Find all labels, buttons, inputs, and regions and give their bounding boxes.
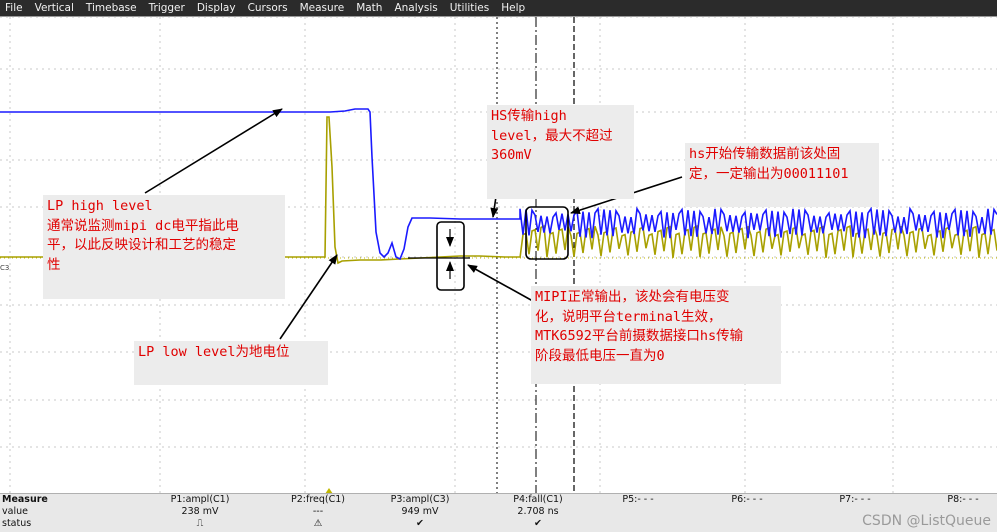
measure-value-3: 949 mV bbox=[401, 506, 439, 517]
menu-math[interactable]: Math bbox=[351, 0, 389, 16]
menu-file[interactable]: File bbox=[0, 0, 30, 16]
measure-param-4[interactable]: P4:fall(C1) bbox=[493, 494, 583, 506]
menu-measure[interactable]: Measure bbox=[295, 0, 352, 16]
menu-vertical[interactable]: Vertical bbox=[30, 0, 81, 16]
menu-cursors[interactable]: Cursors bbox=[243, 0, 295, 16]
annotation-lp-high: LP high level 通常说监测mipi dc电平指此电 平，以此反映设计… bbox=[43, 195, 285, 299]
measure-value-1: 238 mV bbox=[181, 506, 219, 517]
scope-display: C3 LP high level 通常说监测mipi dc电平指此电 平，以此反… bbox=[0, 16, 997, 494]
measure-header-row: Measure P1:ampl(C1) P2:freq(C1) P3:ampl(C3)… bbox=[0, 494, 997, 506]
measure-status-3: ✔ bbox=[416, 518, 424, 529]
annotation-hs-high: HS传输high level，最大不超过 360mV bbox=[487, 105, 634, 199]
menu-display[interactable]: Display bbox=[192, 0, 243, 16]
measure-status-2: ⚠ bbox=[313, 518, 323, 529]
channel-marker: C3 bbox=[0, 264, 10, 272]
measure-status-row: status ⎍ ⚠ ✔ ✔ bbox=[0, 518, 997, 530]
measure-param-3[interactable]: P3:ampl(C3) bbox=[375, 494, 465, 506]
annotation-hs-start: hs开始传输数据前该处固 定，一定输出为00011101 bbox=[685, 143, 879, 207]
measure-param-8[interactable]: P8:- - - bbox=[918, 494, 997, 506]
menu-help[interactable]: Help bbox=[496, 0, 532, 16]
measure-title: Measure bbox=[2, 494, 48, 505]
annotation-lp-low: LP low level为地电位 bbox=[134, 341, 328, 385]
menu-analysis[interactable]: Analysis bbox=[389, 0, 444, 16]
measure-param-2[interactable]: P2:freq(C1) bbox=[273, 494, 363, 506]
measure-status-4: ✔ bbox=[534, 518, 542, 529]
measure-value-4: 2.708 ns bbox=[517, 506, 559, 517]
measure-value-2: --- bbox=[312, 506, 324, 517]
value-label: value bbox=[2, 506, 28, 517]
annotation-mipi-normal: MIPI正常输出，该处会有电压变 化，说明平台terminal生效， MTK65… bbox=[531, 286, 781, 384]
measure-param-7[interactable]: P7:- - - bbox=[810, 494, 900, 506]
measure-param-1[interactable]: P1:ampl(C1) bbox=[155, 494, 245, 506]
menu-trigger[interactable]: Trigger bbox=[144, 0, 192, 16]
measure-status-1: ⎍ bbox=[196, 518, 204, 529]
watermark: CSDN @ListQueue bbox=[862, 513, 991, 529]
status-label: status bbox=[2, 518, 32, 529]
menu-bar: File Vertical Timebase Trigger Display Cursor… bbox=[0, 0, 997, 16]
measure-param-6[interactable]: P6:- - - bbox=[702, 494, 792, 506]
measure-param-5[interactable]: P5:- - - bbox=[593, 494, 683, 506]
measure-value-row: value 238 mV --- 949 mV 2.708 ns bbox=[0, 506, 997, 518]
measure-panel: Measure P1:ampl(C1) P2:freq(C1) P3:ampl(C3)… bbox=[0, 493, 997, 532]
menu-timebase[interactable]: Timebase bbox=[81, 0, 144, 16]
cursor-lines bbox=[496, 17, 575, 494]
menu-utilities[interactable]: Utilities bbox=[445, 0, 497, 16]
